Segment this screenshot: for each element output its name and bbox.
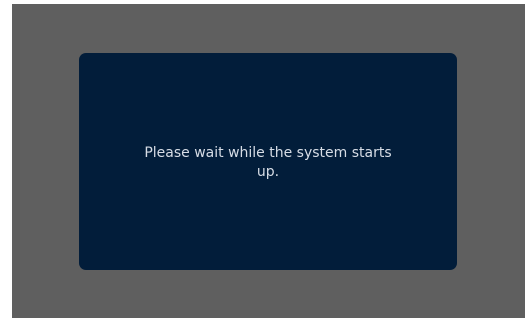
screen-background: Please wait while the system starts up. — [12, 4, 525, 318]
startup-message: Please wait while the system starts up. — [144, 144, 392, 180]
startup-dialog: Please wait while the system starts up. — [79, 53, 457, 270]
